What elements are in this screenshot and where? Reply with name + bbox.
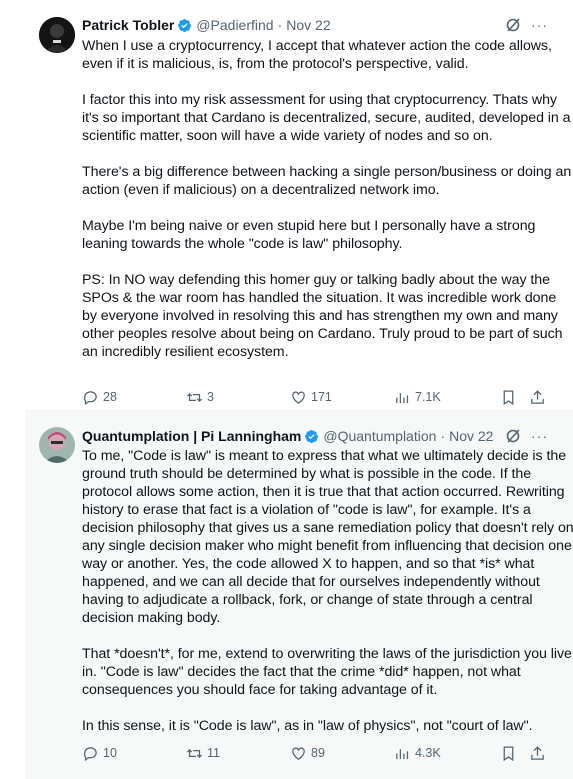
separator: ·: [440, 428, 446, 444]
like-count: 89: [311, 746, 325, 760]
like-button[interactable]: 89: [290, 743, 325, 763]
bookmark-button[interactable]: [500, 387, 517, 407]
avatar[interactable]: [39, 427, 75, 463]
like-icon: [292, 391, 305, 404]
bookmark-icon: [503, 745, 514, 761]
reply-button[interactable]: 28: [82, 387, 117, 407]
reply-count: 28: [103, 390, 117, 404]
author-name[interactable]: Patrick Tobler: [82, 17, 174, 33]
tweet-text: To me, "Code is law" is meant to express…: [82, 448, 573, 734]
grok-icon[interactable]: [505, 17, 521, 33]
share-button[interactable]: [529, 387, 546, 407]
views-button[interactable]: 7.1K: [394, 387, 441, 407]
tweet-actions: 28 3 171 7.1K: [82, 387, 573, 407]
timestamp[interactable]: Nov 22: [449, 428, 493, 444]
share-icon: [531, 389, 544, 404]
bookmark-icon: [503, 389, 514, 405]
views-count: 4.3K: [415, 746, 441, 760]
like-button[interactable]: 171: [290, 387, 332, 407]
retweet-count: 3: [207, 390, 214, 404]
grok-icon[interactable]: [505, 428, 521, 444]
views-icon: [396, 748, 409, 759]
reply-button[interactable]: 10: [82, 743, 117, 763]
retweet-button[interactable]: 3: [186, 387, 214, 407]
share-icon: [531, 745, 544, 760]
more-icon[interactable]: ···: [531, 17, 548, 33]
views-button[interactable]: 4.3K: [394, 743, 441, 763]
views-icon: [396, 392, 409, 403]
bookmark-button[interactable]: [500, 743, 517, 763]
verified-badge-icon: [178, 18, 192, 32]
like-icon: [292, 747, 305, 760]
reply-count: 10: [103, 746, 117, 760]
reply-icon: [84, 746, 97, 761]
avatar[interactable]: [39, 17, 75, 53]
tweet-header: Patrick Tobler @Padierfind · Nov 22 ···: [82, 15, 548, 35]
verified-badge-icon: [305, 429, 319, 443]
retweet-button[interactable]: 11: [186, 743, 220, 763]
views-count: 7.1K: [415, 390, 441, 404]
share-button[interactable]: [529, 743, 546, 763]
separator: ·: [277, 17, 283, 33]
reply-icon: [84, 390, 97, 405]
retweet-icon: [186, 392, 203, 402]
tweet-text: When I use a cryptocurrency, I accept th…: [82, 38, 572, 360]
author-handle[interactable]: @Padierfind: [196, 17, 273, 33]
like-count: 171: [311, 390, 332, 404]
retweet-icon: [186, 748, 203, 758]
tweet-actions: 10 11 89 4.3K: [82, 743, 573, 763]
author-name[interactable]: Quantumplation | Pi Lanningham: [82, 428, 301, 444]
author-handle[interactable]: @Quantumplation: [323, 428, 436, 444]
timestamp[interactable]: Nov 22: [286, 17, 330, 33]
more-icon[interactable]: ···: [531, 428, 548, 444]
tweet-header: Quantumplation | Pi Lanningham @Quantump…: [82, 426, 548, 446]
retweet-count: 11: [207, 746, 220, 760]
